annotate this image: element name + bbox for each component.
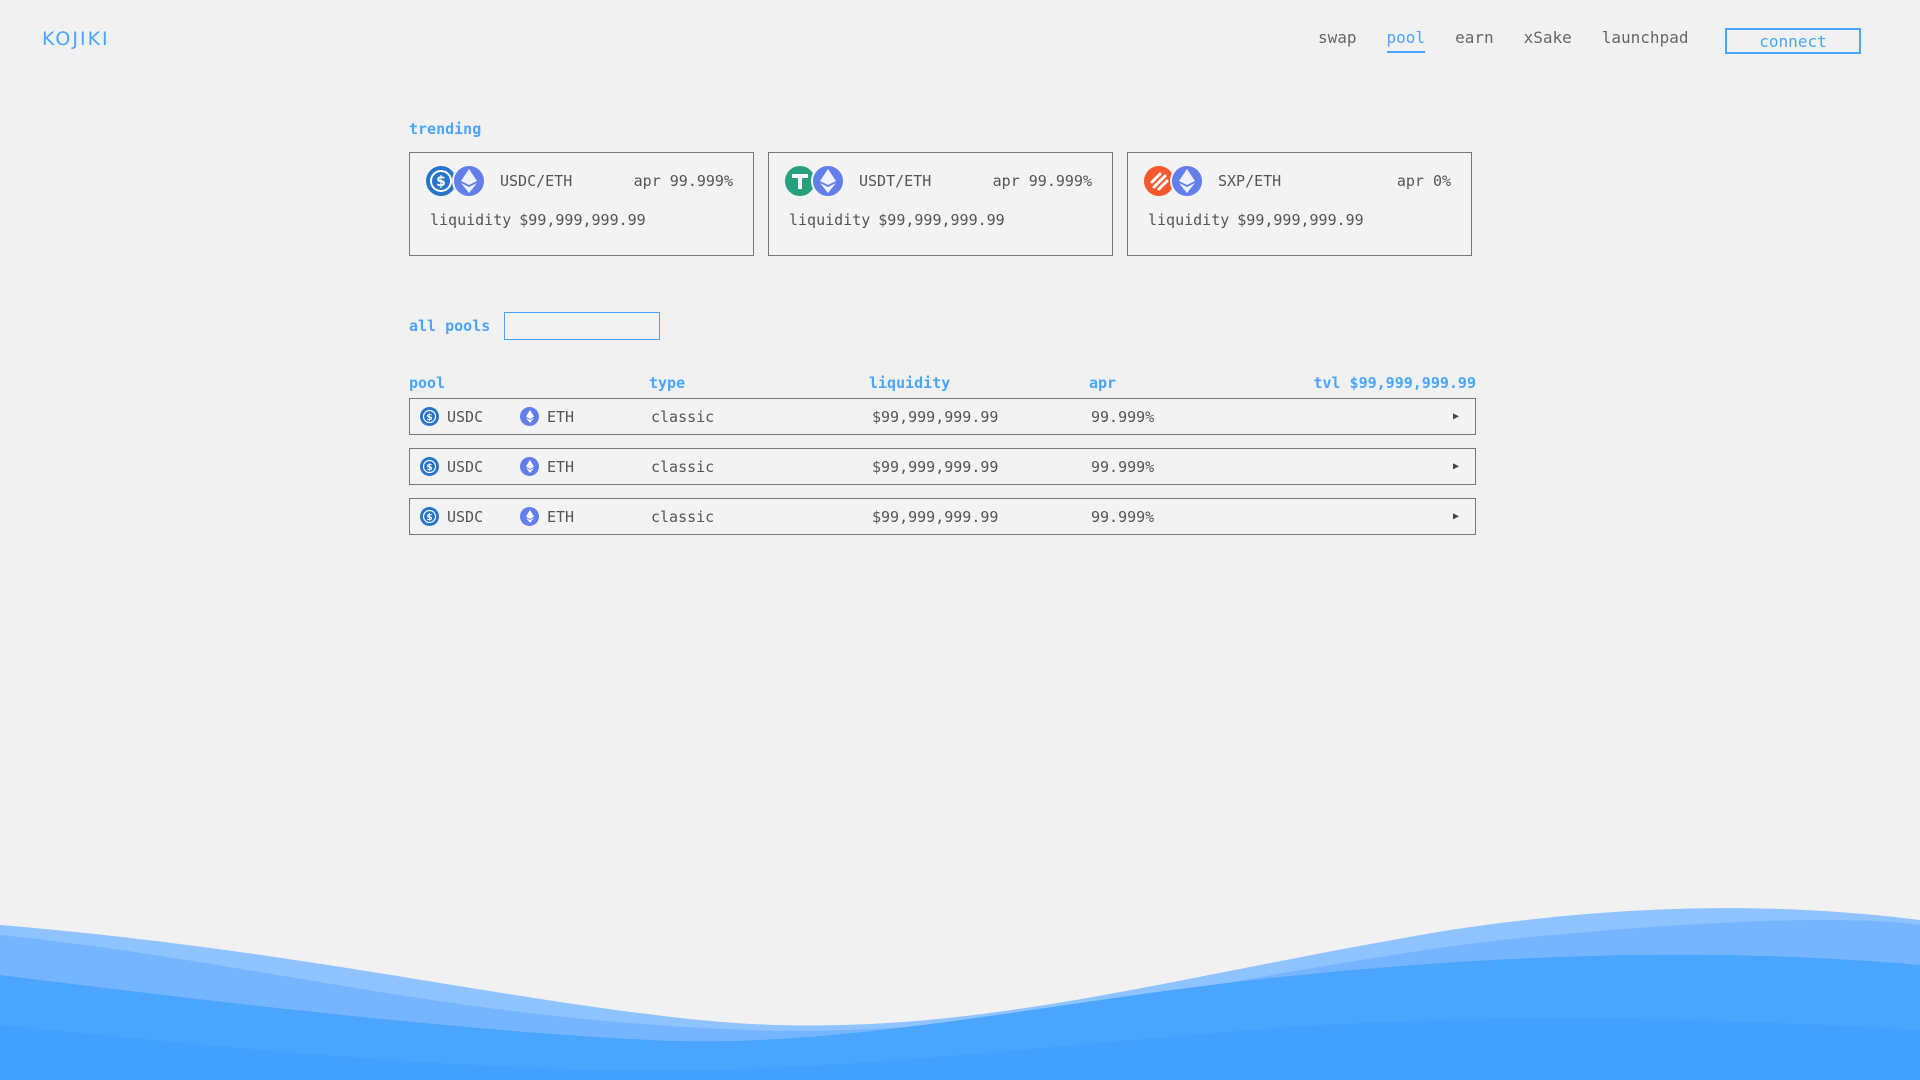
trending-liquidity: liquidity $99,999,999.99 (1148, 211, 1364, 229)
usdc-icon: $ (420, 507, 439, 526)
token1-cell: ETH (520, 449, 574, 484)
nav-swap[interactable]: swap (1318, 28, 1357, 53)
pool-type: classic (651, 407, 715, 426)
usdc-icon: $ (420, 407, 439, 426)
column-header-liquidity[interactable]: liquidity (869, 374, 950, 392)
usdc-icon: $ (420, 457, 439, 476)
pools-table-header: pool type liquidity apr tvl $99,999,999.… (409, 374, 1476, 394)
all-pools-label: all pools (409, 317, 491, 335)
connect-button[interactable]: connect (1725, 28, 1861, 54)
table-row[interactable]: $ USDC ETH classic $99,999,999.99 99.999… (409, 448, 1476, 485)
main-nav: swap pool earn xSake launchpad (1318, 28, 1718, 53)
total-tvl: tvl $99,999,999.99 (1313, 374, 1476, 392)
svg-text:$: $ (426, 463, 432, 473)
token-pair-icons: $ (424, 164, 492, 198)
token0-cell: $ USDC (420, 499, 483, 534)
expand-arrow-icon[interactable]: ▶ (1453, 449, 1459, 484)
nav-earn[interactable]: earn (1455, 28, 1494, 53)
trending-liquidity: liquidity $99,999,999.99 (430, 211, 646, 229)
pool-liquidity: $99,999,999.99 (872, 407, 999, 426)
page: KOJIKI swap pool earn xSake launchpad co… (0, 0, 1920, 1080)
nav-launchpad[interactable]: launchpad (1602, 28, 1689, 53)
token0-cell: $ USDC (420, 449, 483, 484)
pool-liquidity: $99,999,999.99 (872, 457, 999, 476)
table-row[interactable]: $ USDC ETH classic $99,999,999.99 99.999… (409, 398, 1476, 435)
token1-cell: ETH (520, 499, 574, 534)
column-header-apr[interactable]: apr (1089, 374, 1116, 392)
trending-card-usdt-eth[interactable]: USDT/ETH apr 99.999% liquidity $99,999,99… (768, 152, 1113, 256)
all-pools-header: all pools (409, 312, 1476, 340)
eth-icon (811, 164, 845, 198)
pool-apr: 99.999% (1091, 407, 1155, 426)
svg-text:$: $ (426, 513, 432, 523)
eth-icon (520, 457, 539, 476)
pool-apr: 99.999% (1091, 507, 1155, 526)
eth-icon (520, 407, 539, 426)
token-pair-icons (1142, 164, 1210, 198)
nav-pool[interactable]: pool (1386, 28, 1426, 53)
trending-apr: apr 0% (1396, 172, 1451, 190)
token0-cell: $ USDC (420, 399, 483, 434)
trending-pair-name: USDC/ETH (500, 172, 573, 190)
pool-content: trending $ USDC/ETH apr 99.999% liquidit… (409, 120, 1476, 548)
trending-liquidity: liquidity $99,999,999.99 (789, 211, 1005, 229)
trending-label: trending (409, 120, 482, 138)
trending-apr: apr 99.999% (633, 172, 733, 190)
table-row[interactable]: $ USDC ETH classic $99,999,999.99 99.999… (409, 498, 1476, 535)
trending-cards: $ USDC/ETH apr 99.999% liquidity $99,999,… (409, 152, 1476, 256)
svg-text:$: $ (426, 413, 432, 423)
eth-icon (1170, 164, 1204, 198)
trending-card-sxp-eth[interactable]: SXP/ETH apr 0% liquidity $99,999,999.99 (1127, 152, 1472, 256)
pools-table-body: $ USDC ETH classic $99,999,999.99 99.999… (409, 398, 1476, 535)
pool-search-input[interactable] (504, 312, 661, 340)
trending-pair-name: SXP/ETH (1218, 172, 1282, 190)
token1-cell: ETH (520, 399, 574, 434)
trending-pair-name: USDT/ETH (859, 172, 932, 190)
expand-arrow-icon[interactable]: ▶ (1453, 499, 1459, 534)
pool-type: classic (651, 457, 715, 476)
svg-text:$: $ (436, 174, 446, 190)
trending-card-usdc-eth[interactable]: $ USDC/ETH apr 99.999% liquidity $99,999,… (409, 152, 754, 256)
expand-arrow-icon[interactable]: ▶ (1453, 399, 1459, 434)
kojiki-logo[interactable]: KOJIKI (42, 28, 110, 50)
column-header-type[interactable]: type (649, 374, 685, 392)
pool-apr: 99.999% (1091, 457, 1155, 476)
nav-xsake[interactable]: xSake (1524, 28, 1572, 53)
column-header-pool[interactable]: pool (409, 374, 445, 392)
token-pair-icons (783, 164, 851, 198)
trending-apr: apr 99.999% (992, 172, 1092, 190)
eth-icon (520, 507, 539, 526)
eth-icon (452, 164, 486, 198)
wave-decoration (0, 908, 1920, 1080)
pool-liquidity: $99,999,999.99 (872, 507, 999, 526)
pool-type: classic (651, 507, 715, 526)
